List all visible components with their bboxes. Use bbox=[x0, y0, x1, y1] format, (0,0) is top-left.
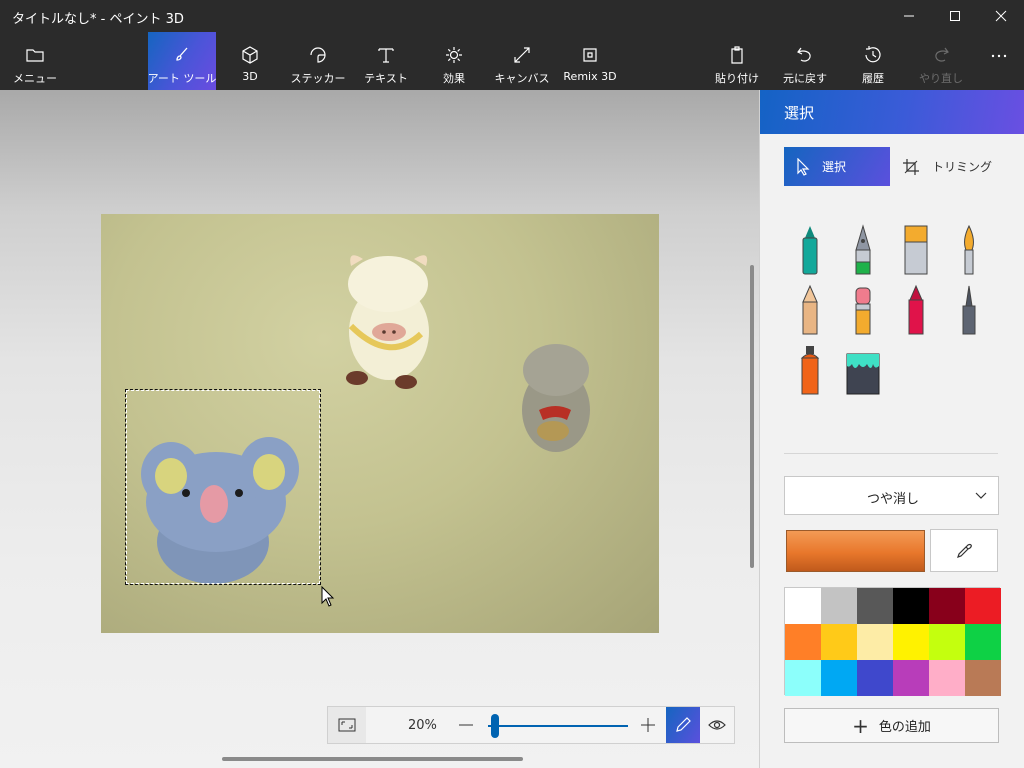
mouse-cursor bbox=[321, 586, 335, 607]
plus-icon: + bbox=[852, 713, 869, 738]
eye-icon bbox=[708, 720, 726, 730]
remix-3d-button[interactable]: Remix 3D bbox=[556, 32, 624, 90]
color-swatch-1[interactable] bbox=[785, 588, 821, 624]
sticker-icon bbox=[310, 47, 326, 63]
color-swatch-7[interactable] bbox=[785, 624, 821, 660]
remix-icon bbox=[583, 48, 597, 62]
zoom-slider-thumb[interactable] bbox=[491, 714, 499, 738]
horizontal-scrollbar[interactable] bbox=[222, 757, 523, 761]
select-cursor-icon bbox=[797, 157, 810, 176]
plus-icon bbox=[641, 718, 655, 732]
crayon-icon[interactable] bbox=[896, 280, 936, 336]
fit-to-screen-button[interactable] bbox=[328, 707, 366, 743]
brush-icon bbox=[176, 47, 188, 61]
close-button[interactable] bbox=[978, 0, 1024, 32]
zoom-out-button[interactable] bbox=[456, 715, 476, 735]
window-title: タイトルなし* - ペイント 3D bbox=[12, 12, 184, 27]
toolbar: メニュー アート ツール 3D ステッカー テキスト 効果 キャンバス Remi… bbox=[0, 32, 1024, 90]
fit-screen-icon bbox=[338, 718, 356, 732]
color-swatch-17[interactable] bbox=[929, 660, 965, 696]
color-swatch-11[interactable] bbox=[929, 624, 965, 660]
color-swatch-6[interactable] bbox=[965, 588, 1001, 624]
color-swatch-16[interactable] bbox=[893, 660, 929, 696]
select-button[interactable]: 選択 bbox=[784, 147, 890, 186]
canvas-button[interactable]: キャンバス bbox=[488, 32, 556, 90]
maximize-button[interactable] bbox=[932, 0, 978, 32]
history-icon bbox=[865, 46, 881, 63]
redo-button[interactable]: やり直し bbox=[914, 32, 968, 90]
zoom-slider-track[interactable] bbox=[488, 725, 628, 727]
vertical-scrollbar[interactable] bbox=[750, 265, 754, 568]
add-color-button[interactable]: + 色の追加 bbox=[784, 708, 999, 743]
paste-icon bbox=[731, 46, 743, 64]
watercolor-icon[interactable] bbox=[949, 220, 989, 276]
folder-icon bbox=[26, 49, 44, 62]
color-swatch-18[interactable] bbox=[965, 660, 1001, 696]
menu-button[interactable]: メニュー bbox=[0, 32, 70, 90]
color-swatch-12[interactable] bbox=[965, 624, 1001, 660]
effects-button[interactable]: 効果 bbox=[420, 32, 488, 90]
minus-icon bbox=[459, 724, 473, 726]
minimize-button[interactable] bbox=[886, 0, 932, 32]
zoom-bar: 20% bbox=[327, 706, 735, 744]
pixel-pen-icon[interactable] bbox=[949, 280, 989, 336]
color-swatch-13[interactable] bbox=[785, 660, 821, 696]
pencil-icon[interactable] bbox=[790, 280, 830, 336]
title-bar: タイトルなし* - ペイント 3D bbox=[0, 0, 1024, 32]
color-swatch-2[interactable] bbox=[821, 588, 857, 624]
history-button[interactable]: 履歴 bbox=[846, 32, 900, 90]
chevron-down-icon bbox=[975, 492, 987, 499]
eyedropper-button[interactable] bbox=[930, 529, 998, 572]
marker-icon[interactable] bbox=[790, 220, 830, 276]
panel-header: 選択 bbox=[760, 90, 1024, 134]
color-swatch-4[interactable] bbox=[893, 588, 929, 624]
color-swatch-5[interactable] bbox=[929, 588, 965, 624]
more-options-button[interactable] bbox=[980, 32, 1018, 90]
art-tools-button[interactable]: アート ツール bbox=[148, 32, 216, 90]
fill-bucket-icon[interactable] bbox=[843, 340, 883, 396]
color-swatch-8[interactable] bbox=[821, 624, 857, 660]
canvas-resize-icon bbox=[514, 47, 530, 63]
selection-marquee[interactable] bbox=[125, 389, 321, 585]
color-swatch-10[interactable] bbox=[893, 624, 929, 660]
color-swatch-15[interactable] bbox=[857, 660, 893, 696]
view-mode-button[interactable] bbox=[700, 707, 734, 743]
panel-divider bbox=[784, 453, 998, 454]
trim-button[interactable]: トリミング bbox=[902, 147, 1002, 186]
pencil-icon bbox=[676, 717, 691, 732]
text-icon bbox=[378, 48, 394, 63]
color-swatch-9[interactable] bbox=[857, 624, 893, 660]
art-tools-panel: 選択 選択 トリミング つや消し + 色の追加 bbox=[759, 90, 1024, 768]
3d-button[interactable]: 3D bbox=[216, 32, 284, 90]
redo-icon bbox=[935, 47, 949, 62]
crop-icon bbox=[903, 158, 919, 175]
oil-brush-icon[interactable] bbox=[896, 220, 936, 276]
calligraphy-pen-icon[interactable] bbox=[843, 220, 883, 276]
undo-icon bbox=[797, 47, 811, 62]
eyedropper-icon bbox=[957, 543, 972, 558]
paste-button[interactable]: 貼り付け bbox=[710, 32, 764, 90]
current-color-swatch[interactable] bbox=[786, 530, 925, 572]
text-button[interactable]: テキスト bbox=[352, 32, 420, 90]
cube-icon bbox=[242, 46, 258, 64]
workspace[interactable]: 20% bbox=[0, 90, 759, 768]
more-icon bbox=[991, 54, 1007, 58]
color-swatch-14[interactable] bbox=[821, 660, 857, 696]
zoom-percent: 20% bbox=[408, 718, 437, 733]
color-swatch-3[interactable] bbox=[857, 588, 893, 624]
color-palette bbox=[784, 587, 1001, 696]
finish-dropdown[interactable]: つや消し bbox=[784, 476, 999, 515]
undo-button[interactable]: 元に戻す bbox=[778, 32, 832, 90]
stickers-button[interactable]: ステッカー bbox=[284, 32, 352, 90]
panel-title: 選択 bbox=[784, 104, 815, 122]
spray-can-icon[interactable] bbox=[790, 340, 830, 396]
eraser-icon[interactable] bbox=[843, 280, 883, 336]
zoom-in-button[interactable] bbox=[638, 715, 658, 735]
draw-mode-button[interactable] bbox=[666, 707, 700, 743]
sun-icon bbox=[446, 47, 462, 63]
